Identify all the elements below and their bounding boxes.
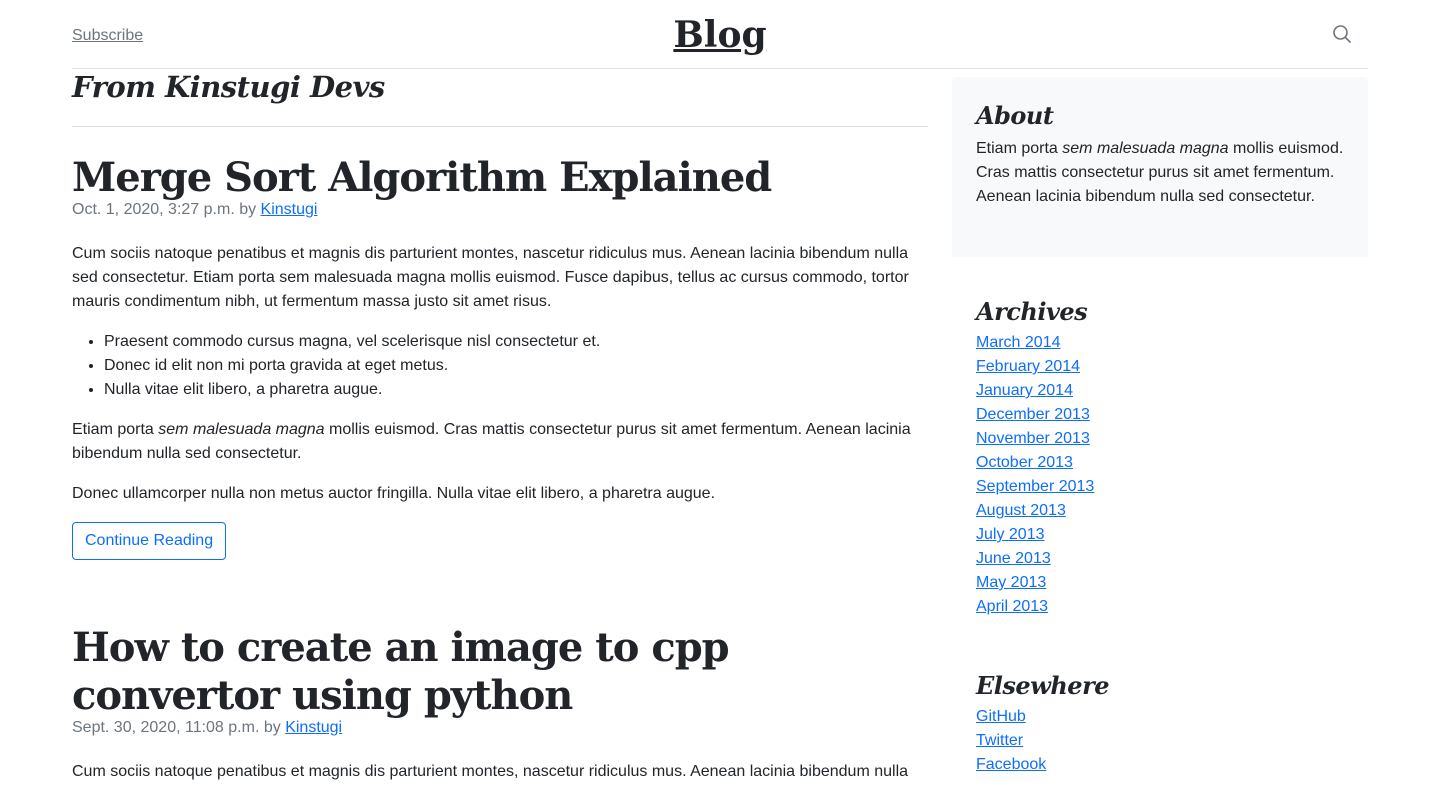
archive-link[interactable]: October 2013 (976, 454, 1073, 471)
archive-link[interactable]: March 2014 (976, 334, 1061, 351)
archive-link[interactable]: April 2013 (976, 598, 1048, 615)
section-title: From Kinstugi Devs (72, 69, 928, 127)
archive-item: September 2013 (976, 475, 1344, 499)
archive-item: April 2013 (976, 595, 1344, 619)
archive-item: January 2014 (976, 379, 1344, 403)
archive-link[interactable]: February 2014 (976, 358, 1080, 375)
archive-item: February 2014 (976, 355, 1344, 379)
post-author-link[interactable]: Kinstugi (261, 201, 318, 218)
list-item: Praesent commodo cursus magna, vel scele… (104, 330, 928, 354)
github-link[interactable]: GitHub (976, 708, 1026, 725)
blog-header: Subscribe Blog (72, 0, 1368, 69)
archive-link[interactable]: August 2013 (976, 502, 1066, 519)
archive-link[interactable]: November 2013 (976, 430, 1090, 447)
elsewhere-item: Twitter (976, 729, 1344, 753)
post-date: Oct. 1, 2020, 3:27 p.m. by (72, 201, 261, 218)
blog-brand: Blog (72, 12, 1368, 58)
archive-item: May 2013 (976, 571, 1344, 595)
twitter-link[interactable]: Twitter (976, 732, 1023, 749)
archives-list: March 2014 February 2014 January 2014 De… (976, 331, 1344, 619)
archive-item: December 2013 (976, 403, 1344, 427)
elsewhere-item: Facebook (976, 753, 1344, 777)
list-item: Nulla vitae elit libero, a pharetra augu… (104, 378, 928, 402)
elsewhere-item: GitHub (976, 705, 1344, 729)
archive-item: November 2013 (976, 427, 1344, 451)
blog-post: How to create an image to cpp convertor … (72, 624, 928, 784)
about-title: About (976, 101, 1054, 130)
about-text-emphasis: sem malesuada magna (1062, 140, 1229, 157)
about-box: About Etiam porta sem malesuada magna mo… (952, 77, 1368, 257)
blog-post: Merge Sort Algorithm Explained Oct. 1, 2… (72, 154, 928, 560)
elsewhere-title: Elsewhere (976, 671, 1109, 700)
elsewhere-section: Elsewhere GitHub Twitter Facebook (952, 671, 1368, 777)
archive-link[interactable]: July 2013 (976, 526, 1045, 543)
post-paragraph: Donec ullamcorper nulla non metus auctor… (72, 485, 716, 502)
search-icon[interactable] (1332, 24, 1352, 44)
archive-link[interactable]: December 2013 (976, 406, 1090, 423)
paragraph-emphasis: sem malesuada magna (158, 421, 325, 438)
archive-item: October 2013 (976, 451, 1344, 475)
post-paragraph: Etiam porta sem malesuada magna mollis e… (72, 418, 928, 466)
archive-link[interactable]: June 2013 (976, 550, 1051, 567)
archive-link[interactable]: May 2013 (976, 574, 1046, 591)
paragraph-text: Etiam porta (72, 421, 159, 438)
facebook-link[interactable]: Facebook (976, 756, 1046, 773)
archive-item: July 2013 (976, 523, 1344, 547)
sidebar: About Etiam porta sem malesuada magna mo… (952, 77, 1368, 777)
archive-item: August 2013 (976, 499, 1344, 523)
main-content: From Kinstugi Devs Merge Sort Algorithm … (72, 69, 928, 784)
post-title: Merge Sort Algorithm Explained (72, 154, 772, 201)
list-item: Donec id elit non mi porta gravida at eg… (104, 354, 928, 378)
post-title: How to create an image to cpp convertor … (72, 624, 730, 719)
post-paragraph: Cum sociis natoque penatibus et magnis d… (72, 245, 909, 310)
continue-reading-button[interactable]: Continue Reading (72, 522, 227, 560)
archives-section: Archives March 2014 February 2014 Januar… (952, 297, 1368, 619)
post-author-link[interactable]: Kinstugi (285, 719, 342, 736)
archive-item: June 2013 (976, 547, 1344, 571)
post-paragraph: Cum sociis natoque penatibus et magnis d… (72, 763, 909, 780)
archive-item: March 2014 (976, 331, 1344, 355)
post-bullet-list: Praesent commodo cursus magna, vel scele… (72, 330, 928, 402)
archives-title: Archives (976, 297, 1088, 326)
about-text-part: Etiam porta (976, 140, 1063, 157)
elsewhere-list: GitHub Twitter Facebook (976, 705, 1344, 777)
archive-link[interactable]: January 2014 (976, 382, 1073, 399)
post-date: Sept. 30, 2020, 11:08 p.m. by (72, 719, 286, 736)
archive-link[interactable]: September 2013 (976, 478, 1094, 495)
about-text: Etiam porta sem malesuada magna mollis e… (976, 137, 1344, 209)
blog-brand-link[interactable]: Blog (673, 14, 766, 56)
